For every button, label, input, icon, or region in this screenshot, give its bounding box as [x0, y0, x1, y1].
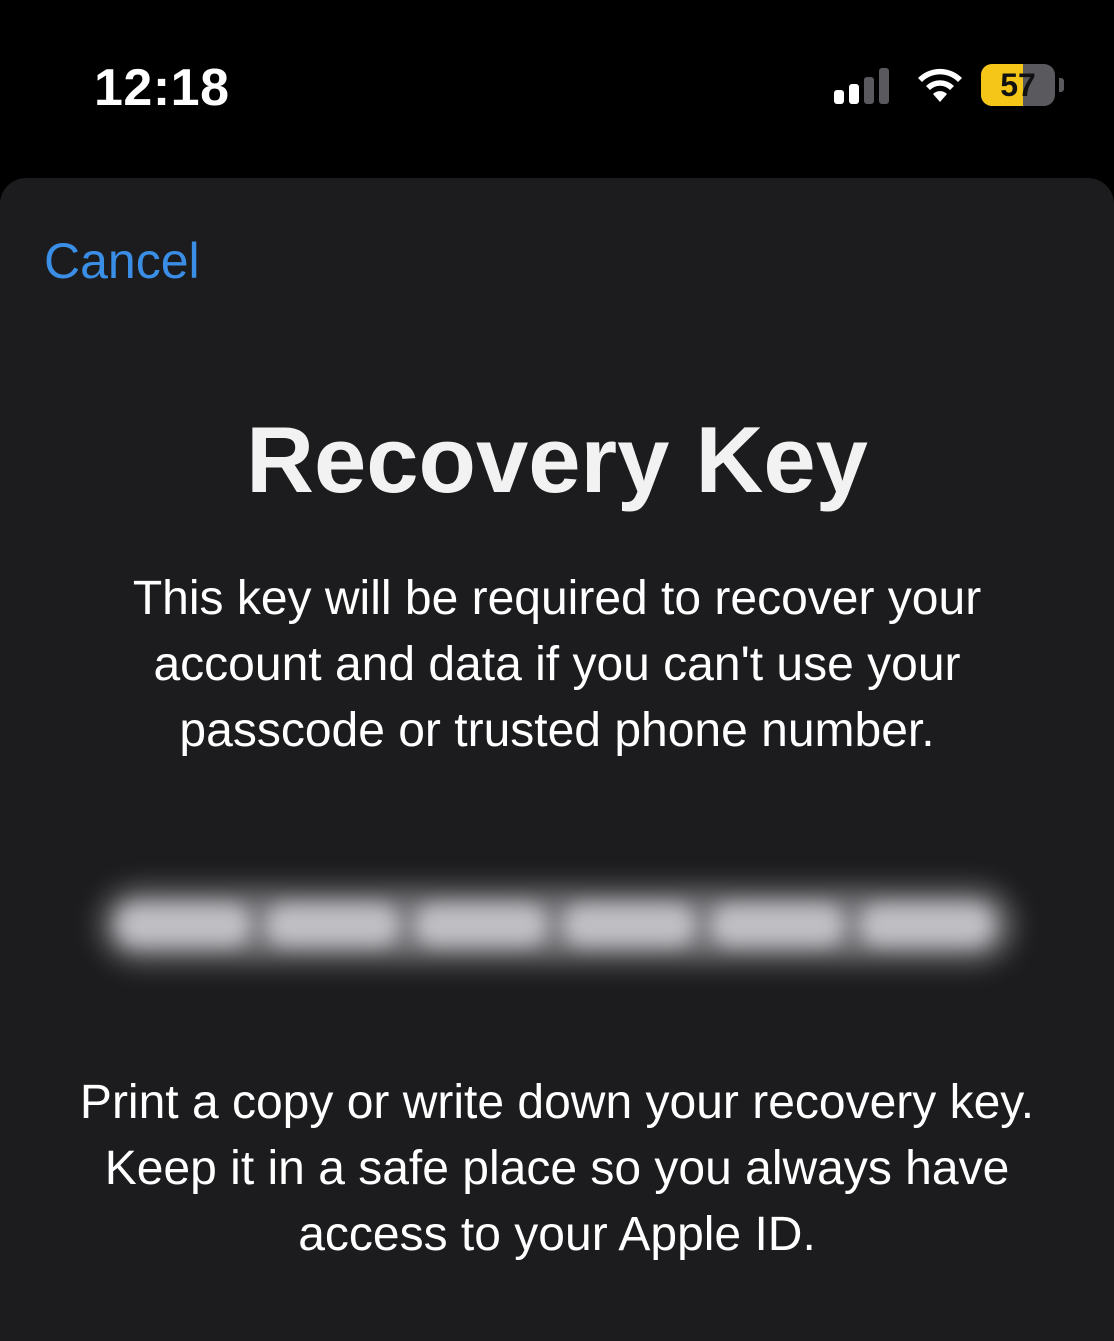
key-segment	[118, 905, 251, 945]
signal-bar-2	[849, 84, 859, 104]
key-segment	[562, 905, 696, 945]
recovery-key-sheet: Cancel Recovery Key This key will be req…	[0, 178, 1114, 1341]
key-segment	[859, 905, 992, 945]
cellular-signal-icon	[834, 68, 894, 104]
page-title: Recovery Key	[246, 407, 868, 512]
signal-bar-1	[834, 90, 844, 104]
status-time: 12:18	[94, 59, 230, 117]
battery-level-text: 57	[1000, 67, 1036, 103]
signal-bar-4	[879, 68, 889, 104]
key-segment	[414, 905, 547, 945]
key-segment	[266, 905, 399, 945]
status-bar: 12:18 57	[0, 0, 1114, 178]
battery-body: 57	[981, 64, 1055, 106]
recovery-key-redacted-segments	[110, 905, 1000, 945]
battery-nub	[1059, 78, 1064, 92]
battery-icon: 57	[981, 64, 1064, 106]
wifi-icon	[918, 68, 962, 102]
description-text: This key will be required to recover you…	[132, 572, 982, 757]
print-instructions-text: Print a copy or write down your recovery…	[79, 1076, 1035, 1261]
signal-bar-3	[864, 77, 874, 104]
cancel-button[interactable]: Cancel	[44, 232, 200, 290]
key-segment	[711, 905, 844, 945]
